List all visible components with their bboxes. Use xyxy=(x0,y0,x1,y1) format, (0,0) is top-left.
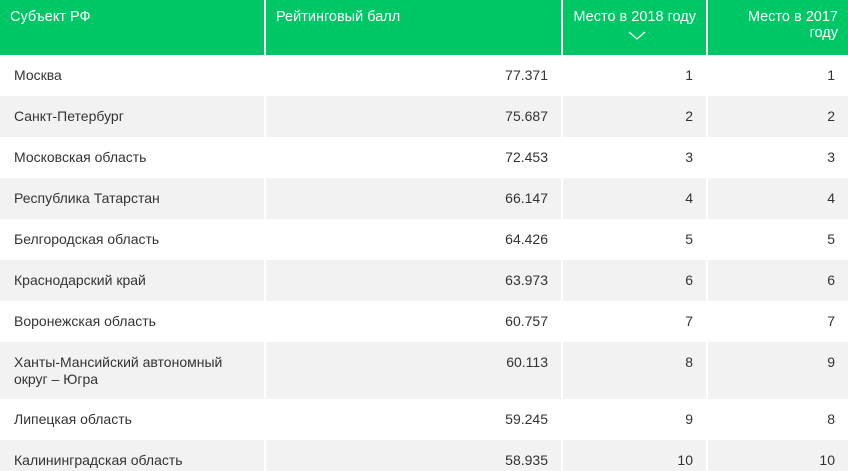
table-row: Санкт-Петербург 75.687 2 2 xyxy=(0,96,848,137)
cell-score: 64.426 xyxy=(264,219,561,260)
cell-place-2017: 8 xyxy=(706,399,848,440)
cell-subject: Белгородская область xyxy=(14,231,160,247)
column-header-place-2017[interactable]: Место в 2017 году xyxy=(706,0,848,55)
cell-place-2018: 9 xyxy=(561,399,706,440)
cell-subject: Московская область xyxy=(14,149,147,165)
table-row: Воронежская область 60.757 7 7 xyxy=(0,301,848,342)
column-header-score[interactable]: Рейтинговый балл xyxy=(264,0,561,55)
cell-place-2018: 8 xyxy=(561,342,706,399)
cell-subject: Ханты-Мансийский автономный округ – Югра xyxy=(0,342,264,399)
table-row: Ханты-Мансийский автономный округ – Югра… xyxy=(0,342,848,399)
table-header: Субъект РФ Рейтинговый балл Место в 2018… xyxy=(0,0,848,55)
cell-place-2018: 6 xyxy=(561,260,706,301)
cell-place-2017: 9 xyxy=(706,342,848,399)
cell-subject: Республика Татарстан xyxy=(0,178,264,219)
table-row: Краснодарский край 63.973 6 6 xyxy=(0,260,848,301)
cell-score: 63.973 xyxy=(264,260,561,301)
cell-place-2018: 5 xyxy=(561,219,706,260)
cell-score: 60.113 xyxy=(264,342,561,399)
cell-place-2018: 1 xyxy=(561,55,706,96)
cell-score: 66.147 xyxy=(264,178,561,219)
cell-score: 58.935 xyxy=(264,440,561,471)
cell-place-2017: 10 xyxy=(706,440,848,471)
cell-subject: Москва xyxy=(14,67,62,83)
column-header-label: Рейтинговый балл xyxy=(276,9,401,25)
cell-place-2017: 6 xyxy=(706,260,848,301)
cell-score: 75.687 xyxy=(264,96,561,137)
table-row: Белгородская область 64.426 5 5 xyxy=(0,219,848,260)
cell-score: 59.245 xyxy=(264,399,561,440)
header-row: Субъект РФ Рейтинговый балл Место в 2018… xyxy=(0,0,848,55)
cell-place-2018: 10 xyxy=(561,440,706,471)
column-header-subject[interactable]: Субъект РФ xyxy=(0,0,264,55)
table-row: Республика Татарстан 66.147 4 4 xyxy=(0,178,848,219)
column-header-label: Место в 2017 году xyxy=(747,9,838,41)
cell-place-2017: 4 xyxy=(706,178,848,219)
column-header-place-2018[interactable]: Место в 2018 году xyxy=(561,0,706,55)
cell-place-2018: 4 xyxy=(561,178,706,219)
cell-score: 77.371 xyxy=(264,55,561,96)
table-row: Липецкая область 59.245 9 8 xyxy=(0,399,848,440)
cell-subject: Липецкая область xyxy=(14,411,132,427)
cell-place-2018: 2 xyxy=(561,96,706,137)
cell-place-2017: 1 xyxy=(706,55,848,96)
table-row: Московская область 72.453 3 3 xyxy=(0,137,848,178)
table-row: Москва 77.371 1 1 xyxy=(0,55,848,96)
table-body: Москва 77.371 1 1 Санкт-Петербург 75.687… xyxy=(0,55,848,471)
cell-subject: Краснодарский край xyxy=(0,260,264,301)
table-row: Калининградская область 58.935 10 10 xyxy=(0,440,848,471)
cell-place-2017: 3 xyxy=(706,137,848,178)
column-header-label: Субъект РФ xyxy=(10,9,91,25)
cell-place-2017: 5 xyxy=(706,219,848,260)
cell-score: 60.757 xyxy=(264,301,561,342)
cell-place-2018: 7 xyxy=(561,301,706,342)
cell-subject: Калининградская область xyxy=(0,440,264,471)
chevron-down-icon xyxy=(573,29,696,45)
cell-place-2018: 3 xyxy=(561,137,706,178)
cell-subject: Воронежская область xyxy=(14,313,156,329)
cell-place-2017: 2 xyxy=(706,96,848,137)
column-header-label: Место в 2018 году xyxy=(573,9,696,25)
rating-table: Субъект РФ Рейтинговый балл Место в 2018… xyxy=(0,0,848,471)
cell-subject: Санкт-Петербург xyxy=(0,96,264,137)
cell-score: 72.453 xyxy=(264,137,561,178)
cell-place-2017: 7 xyxy=(706,301,848,342)
